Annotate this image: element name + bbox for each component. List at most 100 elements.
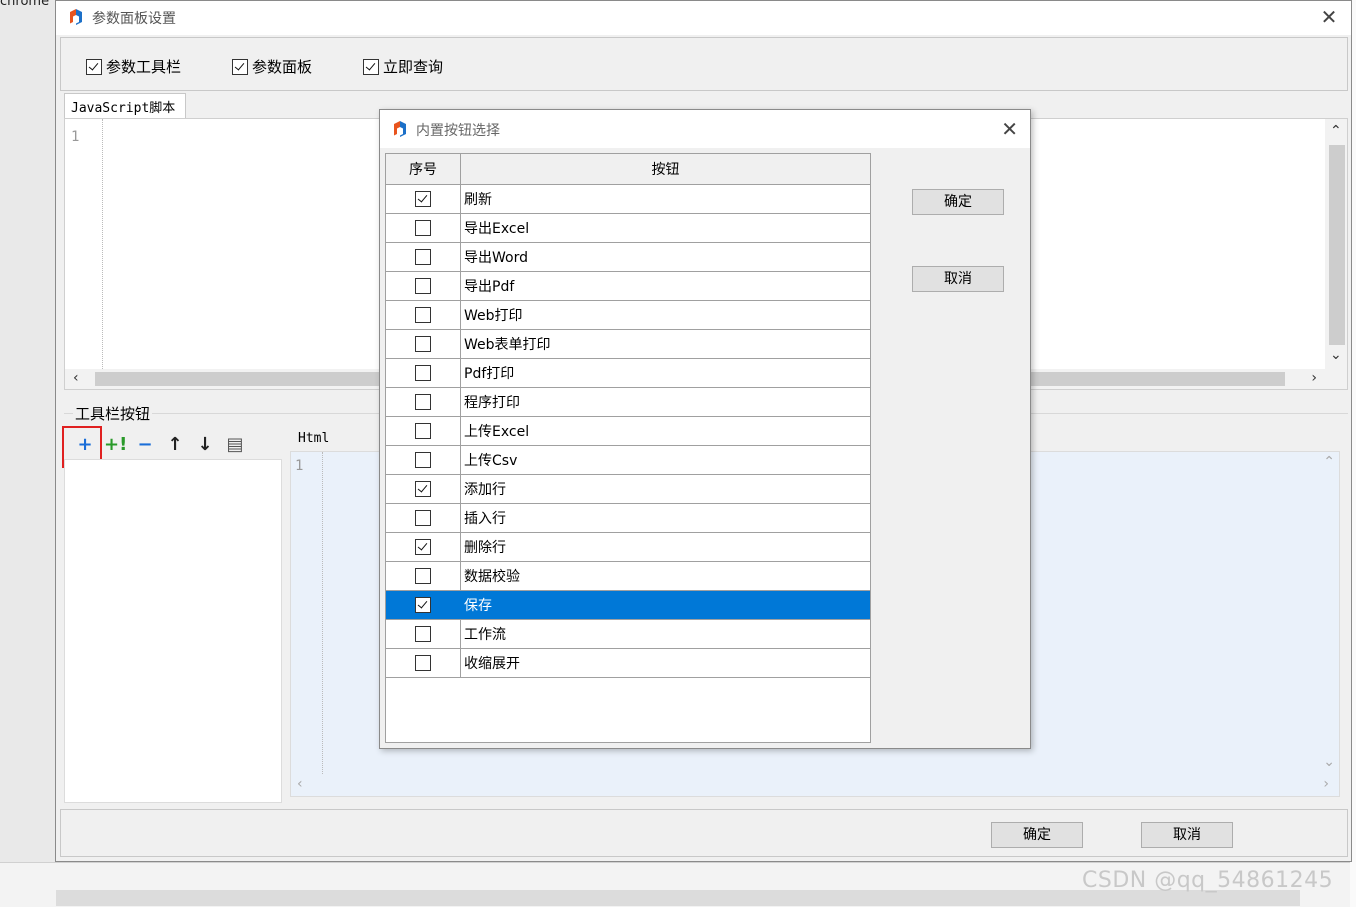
row-checkbox[interactable] bbox=[415, 191, 431, 207]
scroll-up-icon[interactable]: ⌃ bbox=[1323, 454, 1335, 470]
scroll-thumb[interactable] bbox=[1329, 145, 1345, 345]
row-checkbox[interactable] bbox=[415, 423, 431, 439]
header-button[interactable]: 按钮 bbox=[461, 154, 870, 184]
row-checkbox-cell bbox=[386, 533, 461, 561]
grid-row[interactable]: 插入行 bbox=[386, 504, 870, 533]
scroll-left-icon[interactable]: ‹ bbox=[73, 370, 79, 386]
grid-row[interactable]: 导出Excel bbox=[386, 214, 870, 243]
scroll-right-icon[interactable]: › bbox=[1323, 776, 1329, 792]
row-checkbox-cell bbox=[386, 562, 461, 590]
row-checkbox-cell bbox=[386, 388, 461, 416]
option-instant-query[interactable]: 立即查询 bbox=[363, 56, 443, 77]
row-label: 保存 bbox=[464, 598, 492, 614]
grid-row[interactable]: Web打印 bbox=[386, 301, 870, 330]
header-index[interactable]: 序号 bbox=[386, 154, 461, 184]
grid-row[interactable]: 删除行 bbox=[386, 533, 870, 562]
grid-row[interactable]: 工作流 bbox=[386, 620, 870, 649]
option-param-panel[interactable]: 参数面板 bbox=[232, 56, 312, 77]
row-checkbox[interactable] bbox=[415, 597, 431, 613]
row-label: 工作流 bbox=[464, 627, 506, 643]
cancel-button[interactable]: 取消 bbox=[1141, 822, 1233, 848]
watermark: CSDN @qq_54861245 bbox=[1082, 868, 1334, 893]
toolbar-buttons-label: 工具栏按钮 bbox=[73, 403, 153, 424]
grid-row[interactable]: 收缩展开 bbox=[386, 649, 870, 678]
close-icon[interactable]: ✕ bbox=[1317, 5, 1341, 29]
row-label: 上传Csv bbox=[464, 453, 518, 469]
checkbox[interactable] bbox=[363, 58, 379, 75]
toolbar-button-list[interactable] bbox=[64, 459, 282, 803]
grid-row[interactable]: 上传Csv bbox=[386, 446, 870, 475]
row-checkbox[interactable] bbox=[415, 655, 431, 671]
html-label: Html bbox=[298, 431, 330, 446]
row-label: Web表单打印 bbox=[464, 337, 551, 353]
grid-row[interactable]: 数据校验 bbox=[386, 562, 870, 591]
grid-row[interactable]: Web表单打印 bbox=[386, 330, 870, 359]
row-label: 上传Excel bbox=[464, 424, 530, 440]
grid-row[interactable]: 上传Excel bbox=[386, 417, 870, 446]
remove-icon[interactable]: − bbox=[134, 434, 156, 455]
row-checkbox[interactable] bbox=[415, 452, 431, 468]
row-label: 导出Excel bbox=[464, 221, 530, 237]
grid-row[interactable]: Pdf打印 bbox=[386, 359, 870, 388]
vertical-scrollbar[interactable]: ⌃ ⌄ bbox=[1325, 119, 1347, 369]
row-checkbox-cell bbox=[386, 649, 461, 677]
row-checkbox[interactable] bbox=[415, 307, 431, 323]
row-checkbox-cell bbox=[386, 504, 461, 532]
background-app-label: chrome bbox=[0, 0, 50, 9]
row-label: 插入行 bbox=[464, 511, 506, 527]
row-checkbox-cell bbox=[386, 591, 461, 619]
line-gutter bbox=[65, 119, 103, 369]
dialog-title: 参数面板设置 bbox=[92, 11, 176, 27]
move-up-icon[interactable]: ↑ bbox=[164, 434, 186, 455]
row-checkbox[interactable] bbox=[415, 365, 431, 381]
row-checkbox-cell bbox=[386, 359, 461, 387]
row-checkbox[interactable] bbox=[415, 336, 431, 352]
add-builtin-icon[interactable]: +! bbox=[104, 434, 127, 455]
row-label: 刷新 bbox=[464, 192, 492, 208]
grid-row[interactable]: 程序打印 bbox=[386, 388, 870, 417]
row-label: Pdf打印 bbox=[464, 366, 515, 382]
checkbox[interactable] bbox=[232, 58, 248, 75]
row-checkbox[interactable] bbox=[415, 539, 431, 555]
app-logo-icon bbox=[394, 121, 406, 137]
checkbox[interactable] bbox=[86, 58, 102, 75]
row-checkbox[interactable] bbox=[415, 220, 431, 236]
scroll-right-icon[interactable]: › bbox=[1311, 370, 1317, 386]
option-param-toolbar[interactable]: 参数工具栏 bbox=[86, 56, 181, 77]
grid-row[interactable]: 刷新 bbox=[386, 185, 870, 214]
grid-row[interactable]: 保存 bbox=[386, 591, 870, 620]
line-gutter bbox=[291, 452, 323, 774]
ok-button[interactable]: 确定 bbox=[991, 822, 1083, 848]
row-checkbox-cell bbox=[386, 214, 461, 242]
row-checkbox[interactable] bbox=[415, 510, 431, 526]
row-checkbox[interactable] bbox=[415, 568, 431, 584]
row-checkbox[interactable] bbox=[415, 278, 431, 294]
move-down-icon[interactable]: ↓ bbox=[194, 434, 216, 455]
row-checkbox[interactable] bbox=[415, 481, 431, 497]
list-icon[interactable]: ▤ bbox=[224, 434, 246, 455]
row-label: 导出Pdf bbox=[464, 279, 515, 295]
scroll-left-icon[interactable]: ‹ bbox=[297, 776, 303, 792]
row-checkbox[interactable] bbox=[415, 249, 431, 265]
close-icon[interactable]: ✕ bbox=[1001, 117, 1018, 141]
grid-row[interactable]: 导出Pdf bbox=[386, 272, 870, 301]
scroll-down-icon[interactable]: ⌄ bbox=[1323, 754, 1335, 770]
dialog-button-bar: 确定 取消 bbox=[60, 809, 1348, 857]
cancel-button[interactable]: 取消 bbox=[912, 266, 1004, 292]
row-checkbox[interactable] bbox=[415, 626, 431, 642]
scroll-up-icon[interactable]: ⌃ bbox=[1330, 123, 1342, 139]
grid-header: 序号 按钮 bbox=[386, 154, 870, 185]
scroll-down-icon[interactable]: ⌄ bbox=[1330, 347, 1342, 363]
grid-row[interactable]: 导出Word bbox=[386, 243, 870, 272]
ok-button[interactable]: 确定 bbox=[912, 189, 1004, 215]
option-label: 参数工具栏 bbox=[106, 58, 182, 76]
line-number: 1 bbox=[71, 129, 80, 145]
row-checkbox[interactable] bbox=[415, 394, 431, 410]
grid-row[interactable]: 添加行 bbox=[386, 475, 870, 504]
dialog-title: 内置按钮选择 bbox=[416, 123, 500, 139]
row-label: Web打印 bbox=[464, 308, 523, 324]
tab-javascript[interactable]: JavaScript脚本 bbox=[64, 93, 186, 119]
app-logo-icon bbox=[70, 9, 82, 25]
row-label: 数据校验 bbox=[464, 569, 520, 585]
row-checkbox-cell bbox=[386, 301, 461, 329]
